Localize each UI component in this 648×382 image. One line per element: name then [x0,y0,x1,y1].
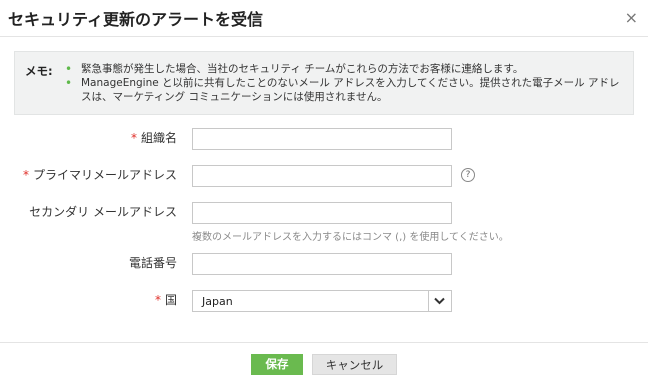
memo-item: • 緊急事態が発生した場合、当社のセキュリティ チームがこれらの方法でお客様に連… [65,62,627,76]
close-icon[interactable]: × [625,10,638,26]
country-select[interactable]: Japan [192,290,452,312]
required-mark: * [130,131,137,145]
dialog-footer: 保存 キャンセル [0,342,648,382]
country-selected-value: Japan [202,295,233,308]
memo-item: • ManageEngine と以前に共有したことのないメール アドレスを入力し… [65,76,627,104]
phone-label: 電話番号 [128,256,177,270]
bullet-icon: • [65,76,73,90]
dropdown-button[interactable] [428,291,451,311]
dialog-header: セキュリティ更新のアラートを受信 × [0,0,648,37]
bullet-icon: • [65,62,73,76]
secondary-email-label: セカンダリ メールアドレス [29,205,177,219]
memo-label: メモ: [25,64,53,78]
memo-text: 緊急事態が発生した場合、当社のセキュリティ チームがこれらの方法でお客様に連絡し… [81,63,524,75]
memo-text: ManageEngine と以前に共有したことのないメール アドレスを入力してく… [81,77,620,103]
organization-input[interactable] [192,128,452,150]
country-label: * 国 [154,293,177,307]
memo-list: • 緊急事態が発生した場合、当社のセキュリティ チームがこれらの方法でお客様に連… [65,62,627,104]
chevron-down-icon [434,297,445,305]
save-button[interactable]: 保存 [251,354,303,375]
cancel-button[interactable]: キャンセル [312,354,397,375]
secondary-email-hint: 複数のメールアドレスを入力するにはコンマ (,) を使用してください。 [192,232,509,243]
required-mark: * [154,293,161,307]
primary-email-input[interactable] [192,165,452,187]
organization-label: * 組織名 [130,131,177,145]
help-icon[interactable]: ? [461,168,475,182]
memo-box: メモ: • 緊急事態が発生した場合、当社のセキュリティ チームがこれらの方法でお… [14,51,634,115]
dialog-title: セキュリティ更新のアラートを受信 [8,10,264,29]
phone-input[interactable] [192,253,452,275]
required-mark: * [22,168,29,182]
primary-email-label: * プライマリメールアドレス [22,168,177,182]
secondary-email-input[interactable] [192,202,452,224]
